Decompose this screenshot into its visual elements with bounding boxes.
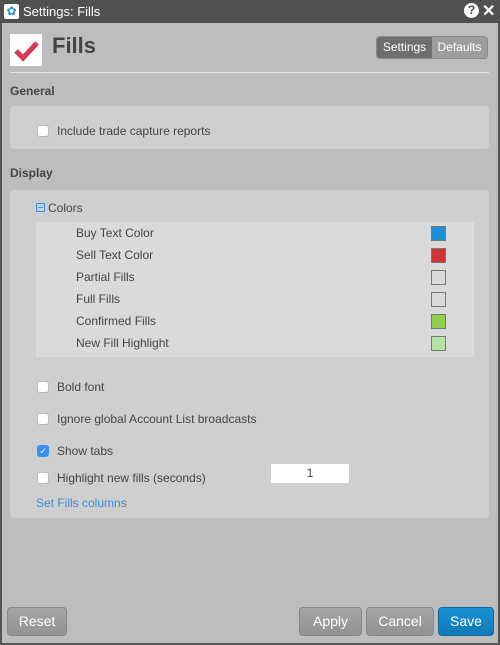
color-row: New Fill Highlight [36,332,474,354]
highlight-seconds-input[interactable]: 1 [271,464,349,483]
reset-button[interactable]: Reset [7,607,67,636]
colors-group-toggle[interactable]: Colors [36,201,83,215]
color-label: Confirmed Fills [76,314,157,328]
apply-button[interactable]: Apply [299,607,362,636]
color-swatch[interactable] [431,270,446,285]
color-label: Buy Text Color [76,226,154,240]
color-row: Full Fills [36,288,474,310]
save-button[interactable]: Save [438,607,494,636]
color-row: Buy Text Color [36,222,474,244]
collapse-icon[interactable] [36,203,45,212]
show-tabs-checkbox[interactable]: ✓ [37,445,49,457]
color-swatch[interactable] [431,336,446,351]
include-trade-capture-checkbox[interactable] [37,125,49,137]
bold-font-checkbox[interactable] [37,381,49,393]
cancel-button[interactable]: Cancel [366,607,434,636]
divider [10,72,489,73]
color-swatch[interactable] [431,226,446,241]
color-row: Sell Text Color [36,244,474,266]
colors-label: Colors [48,201,83,215]
highlight-new-fills-checkbox[interactable] [37,472,49,484]
title-bar: ✿ Settings: Fills ? ✕ [0,0,500,23]
colors-table: Buy Text Color Sell Text Color Partial Fil… [36,222,474,357]
color-row: Partial Fills [36,266,474,288]
bold-font-label: Bold font [57,380,105,394]
general-heading: General [10,84,55,98]
highlight-new-fills-label: Highlight new fills (seconds) [57,471,206,485]
color-swatch[interactable] [431,248,446,263]
help-icon[interactable]: ? [464,3,479,18]
set-fills-columns-link[interactable]: Set Fills columns [36,496,127,510]
tab-settings[interactable]: Settings [377,37,432,58]
show-tabs-label: Show tabs [57,444,114,458]
fills-checkmark-icon [10,34,42,66]
color-row: Confirmed Fills [36,310,474,332]
color-label: Partial Fills [76,270,135,284]
ignore-broadcasts-label: Ignore global Account List broadcasts [57,412,257,426]
color-label: New Fill Highlight [76,336,169,350]
color-label: Full Fills [76,292,120,306]
app-logo-icon: ✿ [4,4,19,19]
color-label: Sell Text Color [76,248,154,262]
close-icon[interactable]: ✕ [482,1,495,21]
window-title: Settings: Fills [23,4,101,19]
display-heading: Display [10,166,53,180]
color-swatch[interactable] [431,292,446,307]
tab-defaults[interactable]: Defaults [432,37,487,58]
settings-defaults-toggle: Settings Defaults [376,36,488,59]
include-trade-capture-label: Include trade capture reports [57,124,211,138]
ignore-broadcasts-checkbox[interactable] [37,413,49,425]
color-swatch[interactable] [431,314,446,329]
page-title: Fills [52,33,97,58]
